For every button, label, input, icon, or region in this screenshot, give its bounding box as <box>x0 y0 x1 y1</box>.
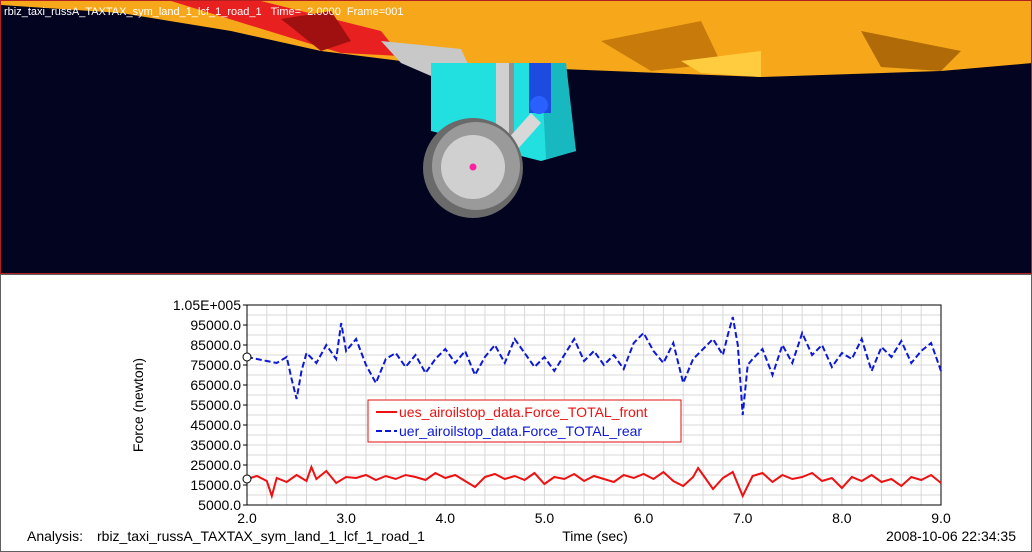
y-tick-label: 95000.0 <box>190 317 241 333</box>
y-axis-title: Force (newton) <box>130 358 146 452</box>
piston-rod-shadow <box>509 63 514 143</box>
x-tick-label: 6.0 <box>634 510 654 526</box>
series-marker-0 <box>242 474 252 484</box>
y-tick-label: 15000.0 <box>190 477 241 493</box>
legend-entry-front: ues_airoilstop_data.Force_TOTAL_front <box>399 404 648 420</box>
hub-center-marker <box>469 163 477 171</box>
x-tick-label: 2.0 <box>237 510 257 526</box>
y-tick-label: 55000.0 <box>190 397 241 413</box>
series-line-0 <box>246 464 942 500</box>
x-tick-label: 4.0 <box>436 510 456 526</box>
x-tick-label: 3.0 <box>336 510 356 526</box>
actuator-joint <box>530 96 548 114</box>
animation-viewport[interactable]: rbiz_taxi_russA_TAXTAX_sym_land_1_lcf_1_… <box>0 0 1032 274</box>
plot-panel[interactable]: 1.05E+005 95000.0 85000.0 75000.0 65000.0 550… <box>0 274 1032 552</box>
analysis-name: rbiz_taxi_russA_TAXTAX_sym_land_1_lcf_1_… <box>97 528 425 544</box>
series-marker-1 <box>242 352 252 362</box>
y-tick-label: 35000.0 <box>190 437 241 453</box>
y-tick-label: 85000.0 <box>190 337 241 353</box>
analysis-label: Analysis: <box>27 528 83 544</box>
legend-entry-rear: uer_airoilstop_data.Force_TOTAL_rear <box>399 423 642 439</box>
y-tick-labels: 1.05E+005 95000.0 85000.0 75000.0 65000.0 550… <box>173 297 247 513</box>
x-tick-labels: 2.0 3.0 4.0 5.0 6.0 7.0 8.0 9.0 <box>237 510 951 526</box>
timestamp: 2008-10-06 22:34:35 <box>886 528 1016 544</box>
y-tick-label: 1.05E+005 <box>173 297 241 313</box>
x-tick-label: 8.0 <box>832 510 852 526</box>
landing-gear-scene <box>1 1 1031 218</box>
y-tick-label: 5000.0 <box>198 497 241 513</box>
x-tick-label: 9.0 <box>931 510 951 526</box>
legend[interactable]: ues_airoilstop_data.Force_TOTAL_front ue… <box>367 399 682 443</box>
y-tick-label: 45000.0 <box>190 417 241 433</box>
animation-title: rbiz_taxi_russA_TAXTAX_sym_land_1_lcf_1_… <box>4 6 404 18</box>
x-tick-label: 5.0 <box>535 510 555 526</box>
y-tick-label: 25000.0 <box>190 457 241 473</box>
y-tick-label: 65000.0 <box>190 377 241 393</box>
force-chart: 1.05E+005 95000.0 85000.0 75000.0 65000.0 550… <box>27 297 1016 544</box>
x-tick-label: 7.0 <box>733 510 753 526</box>
x-axis-title: Time (sec) <box>562 528 628 544</box>
y-tick-label: 75000.0 <box>190 357 241 373</box>
